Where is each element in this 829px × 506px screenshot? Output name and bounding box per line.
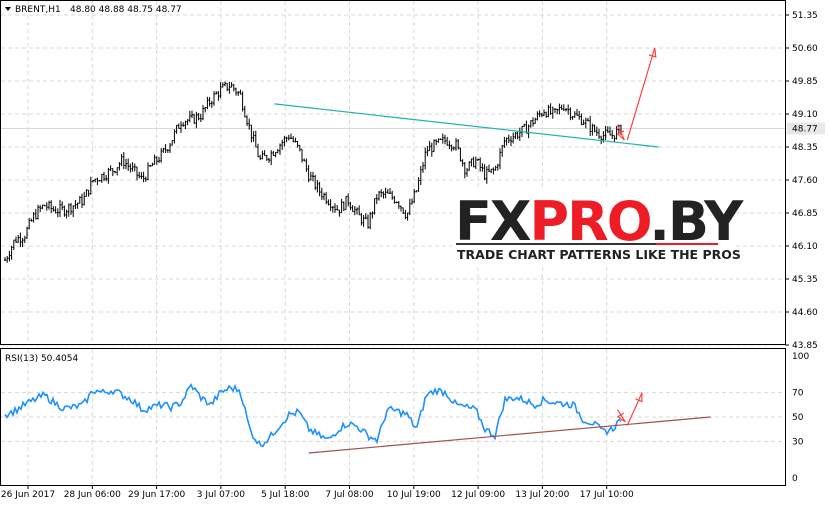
price-tick-label: 46.85 (792, 209, 818, 219)
dropdown-triangle-icon[interactable] (5, 7, 11, 11)
rsi-trendline (308, 416, 711, 454)
rsi-label: RSI(13) 50.4054 (5, 354, 78, 364)
trading-chart[interactable]: FXPRO.BY TRADE CHART PATTERNS LIKE THE P… (0, 0, 829, 506)
price-up-arrow-head-icon (648, 47, 657, 58)
current-price-label: 48.77 (792, 125, 818, 135)
price-tick-label: 49.10 (792, 110, 818, 120)
rsi-axis: 100 70 50 30 0 (792, 352, 809, 484)
rsi-tick-label: 50 (792, 413, 804, 423)
rsi-line (4, 383, 622, 448)
time-tick-label: 10 Jul 19:00 (387, 490, 441, 500)
time-axis: 26 Jun 2017 28 Jun 06:00 29 Jun 17:00 3 Jul… (1, 485, 634, 500)
main-panel-frame (0, 0, 786, 345)
price-up-arrow (626, 47, 656, 141)
time-tick-label: 17 Jul 10:00 (580, 490, 634, 500)
ohlc-values: 48.80 48.88 48.75 48.77 (70, 5, 182, 15)
time-tick-label: 28 Jun 06:00 (64, 490, 121, 500)
rsi-tick-label: 100 (792, 352, 809, 362)
price-tick-label: 45.35 (792, 275, 818, 285)
price-tick-label: 44.60 (792, 308, 818, 318)
time-tick-label: 7 Jul 08:00 (325, 490, 374, 500)
rsi-tick-label: 30 (792, 437, 804, 447)
price-axis: 51.35 50.60 49.85 49.10 48.35 47.60 46.85 46.10… (785, 11, 825, 351)
price-tick-label: 47.60 (792, 176, 818, 186)
rsi-tick-label: 0 (792, 474, 798, 484)
price-trendline (274, 103, 659, 148)
price-tick-label: 49.85 (792, 77, 818, 87)
price-tick-label: 43.85 (792, 341, 818, 351)
price-tick-label: 50.60 (792, 44, 818, 54)
time-tick-label: 5 Jul 18:00 (261, 490, 310, 500)
rsi-series (4, 383, 622, 448)
chart-header: BRENT,H1 48.80 48.88 48.75 48.77 RSI(13)… (5, 5, 182, 364)
price-tick-label: 51.35 (792, 11, 818, 21)
time-tick-label: 12 Jul 09:00 (451, 490, 505, 500)
time-tick-label: 13 Jul 20:00 (515, 490, 569, 500)
price-tick-label: 46.10 (792, 242, 818, 252)
time-tick-label: 29 Jun 17:00 (128, 490, 185, 500)
rsi-up-arrow (626, 392, 643, 426)
time-tick-label: 26 Jun 2017 (1, 490, 55, 500)
fxpro-logo: FXPRO.BY TRADE CHART PATTERNS LIKE THE P… (452, 190, 746, 264)
logo-tagline: TRADE CHART PATTERNS LIKE THE PROS (457, 247, 741, 262)
symbol-label: BRENT,H1 (15, 5, 61, 15)
rsi-tick-label: 70 (792, 389, 804, 399)
price-tick-label: 48.35 (792, 143, 818, 153)
time-tick-label: 3 Jul 07:00 (197, 490, 246, 500)
